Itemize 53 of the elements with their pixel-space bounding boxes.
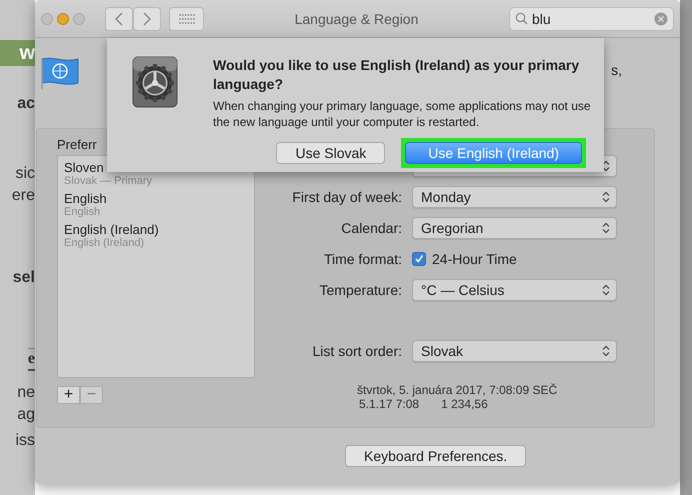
page-text: ne [17, 384, 35, 401]
gear-icon [132, 56, 178, 108]
window-title: Language & Region [294, 10, 420, 26]
minimize-button[interactable] [57, 12, 69, 24]
field-label: Time format: [322, 251, 402, 267]
page-text: w [19, 42, 35, 64]
dropdown[interactable]: Monday [412, 186, 617, 208]
add-button[interactable]: + [57, 386, 80, 404]
date-sample: 5.1.17 7:08 [359, 397, 420, 411]
zoom-button[interactable] [73, 12, 85, 24]
dropdown[interactable]: Gregorian [412, 217, 617, 239]
checkbox[interactable] [412, 252, 426, 266]
number-sample: 1 234,56 [441, 397, 488, 411]
search-icon [515, 12, 528, 25]
dialog-title: Would you like to use English (Ireland) as your primary language? [213, 56, 580, 94]
dropdown[interactable]: °C — Celsius [412, 279, 617, 301]
close-button[interactable] [41, 12, 53, 24]
stepper-chevron-icon [602, 222, 610, 234]
page-text: ag [17, 406, 35, 423]
dialog-message: When changing your primary language, some applications may not use the new language until your computer is restarted. [213, 98, 592, 130]
clear-icon[interactable] [654, 12, 668, 26]
show-all-button[interactable] [169, 6, 204, 30]
grid-icon [178, 12, 196, 24]
dropdown[interactable]: Slovak [412, 340, 617, 362]
page-text: ac [17, 95, 35, 112]
field-label: First day of week: [291, 189, 402, 205]
date-sample: štvrtok, 5. januára 2017, 7:08:09 SEČ [357, 383, 558, 397]
cancel-button[interactable]: Use Slovak [276, 142, 386, 164]
field-label: Calendar: [340, 220, 402, 236]
page-text: ere [12, 187, 35, 204]
chevron-right-icon [142, 12, 152, 26]
page-text: sel [12, 269, 35, 286]
stepper-chevron-icon [602, 191, 610, 203]
forward-button[interactable] [133, 6, 161, 30]
flag-icon [39, 56, 81, 90]
back-button[interactable] [105, 6, 133, 30]
stepper-chevron-icon [602, 284, 610, 296]
field-label: Temperature: [318, 282, 402, 298]
search-input[interactable]: blu [532, 10, 650, 26]
list-label: Preferr [57, 137, 98, 154]
stepper-chevron-icon [602, 160, 610, 172]
chevron-left-icon [114, 12, 124, 26]
stepper-chevron-icon [602, 345, 610, 357]
keyboard-preferences-button[interactable]: Keyboard Preferences. [345, 445, 526, 467]
language-item[interactable]: English English [64, 191, 254, 218]
field-label: List sort order: [312, 343, 402, 359]
language-item[interactable]: English (Ireland) English (Ireland) [64, 222, 254, 249]
page-text: sic [15, 165, 35, 182]
search-field[interactable]: blu [509, 6, 674, 30]
page-text: iss [15, 432, 35, 449]
partial-text: s, [611, 62, 622, 78]
checkbox-label: 24-Hour Time [432, 251, 517, 267]
page-text: e [28, 350, 35, 367]
